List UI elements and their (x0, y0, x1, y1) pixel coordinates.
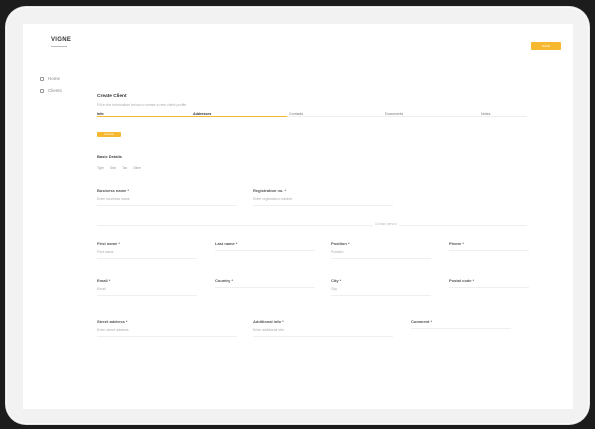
field-input[interactable]: First name (97, 250, 197, 254)
postal-code-field[interactable]: Postal code * (449, 278, 529, 288)
first-name-field[interactable]: First name * First name (97, 241, 197, 259)
field-input[interactable]: Enter additional info (253, 328, 393, 332)
field-underline (253, 205, 393, 206)
section-divider (97, 225, 527, 226)
page-title: Create Client (97, 94, 127, 99)
field-label: Additional info * (253, 319, 284, 324)
field-label: Email * (97, 278, 111, 283)
field-label: Phone * (449, 241, 464, 246)
field-input[interactable]: Enter street address (97, 328, 237, 332)
position-field[interactable]: Position * Position (331, 241, 431, 259)
field-underline (449, 250, 529, 251)
field-underline (97, 336, 237, 337)
chip-other[interactable]: Other (133, 166, 141, 170)
field-underline (331, 258, 431, 259)
field-label: Business name * (97, 188, 130, 193)
chip-size[interactable]: Size (110, 166, 116, 170)
field-label: Street address * (97, 319, 128, 324)
page-subtitle: Fill in the information below to create … (97, 103, 187, 107)
app-screen: VIGNE SAVE Home Clients Create Client Fi… (23, 24, 573, 409)
field-underline (253, 336, 393, 337)
field-label: Comment * (411, 319, 433, 324)
email-field[interactable]: Email * Email (97, 278, 197, 296)
city-field[interactable]: City * City (331, 278, 431, 296)
sidebar-item-label: Clients (48, 88, 62, 93)
section-title: Basic Details (97, 154, 122, 159)
field-underline (97, 258, 197, 259)
field-input[interactable]: City (331, 287, 431, 291)
last-name-field[interactable]: Last name * (215, 241, 315, 251)
field-underline (215, 287, 315, 288)
field-underline (449, 287, 529, 288)
sidebar-item-home[interactable]: Home (40, 76, 60, 81)
tablet-frame: VIGNE SAVE Home Clients Create Client Fi… (6, 7, 589, 424)
field-input[interactable]: Email (97, 287, 197, 291)
field-underline (331, 295, 431, 296)
chip-tax[interactable]: Tax (122, 166, 127, 170)
field-label: Country * (215, 278, 233, 283)
field-input[interactable]: Enter registration number (253, 197, 393, 201)
field-label: Postal code * (449, 278, 475, 283)
field-label: Last name * (215, 241, 238, 246)
tab-active-indicator (97, 116, 287, 117)
field-label: First name * (97, 241, 120, 246)
continue-button[interactable]: Continue (97, 132, 121, 137)
field-underline (411, 328, 511, 329)
field-input[interactable]: Enter business name (97, 197, 237, 201)
sidebar-item-clients[interactable]: Clients (40, 88, 62, 93)
chip-row: Type Size Tax Other (97, 166, 141, 170)
sidebar-item-label: Home (48, 76, 61, 81)
chip-type[interactable]: Type (97, 166, 104, 170)
field-underline (97, 295, 197, 296)
divider-label: Contact person (373, 222, 399, 226)
home-icon (40, 76, 44, 81)
registration-number-field[interactable]: Registration no. * Enter registration nu… (253, 188, 393, 206)
field-label: City * (331, 278, 342, 283)
app-logo: VIGNE (51, 37, 72, 43)
field-underline (97, 205, 237, 206)
logo-underline (51, 46, 67, 47)
field-input[interactable]: Position (331, 250, 431, 254)
save-button[interactable]: SAVE (531, 42, 561, 50)
street-address-field[interactable]: Street address * Enter street address (97, 319, 237, 337)
field-underline (215, 250, 315, 251)
field-label: Registration no. * (253, 188, 287, 193)
phone-field[interactable]: Phone * (449, 241, 529, 251)
field-label: Position * (331, 241, 350, 246)
additional-info-field[interactable]: Additional info * Enter additional info (253, 319, 393, 337)
users-icon (40, 88, 44, 93)
business-name-field[interactable]: Business name * Enter business name (97, 188, 237, 206)
country-field[interactable]: Country * (215, 278, 315, 288)
comment-field[interactable]: Comment * (411, 319, 511, 329)
